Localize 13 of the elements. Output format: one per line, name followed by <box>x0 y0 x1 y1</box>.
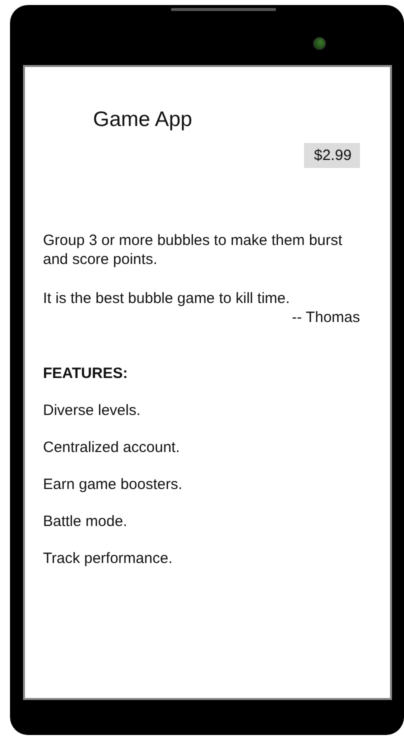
speaker-icon <box>171 8 276 11</box>
feature-item: Earn game boosters. <box>43 475 184 494</box>
features-heading: FEATURES: <box>43 364 129 383</box>
review-quote: It is the best bubble game to kill time. <box>43 289 291 308</box>
price-button[interactable]: $2.99 <box>304 143 360 168</box>
app-title: Game App <box>93 107 194 133</box>
app-description: Group 3 or more bubbles to make them burst and score points. <box>43 231 344 269</box>
feature-item: Battle mode. <box>43 512 128 531</box>
review-author: -- Thomas <box>290 308 360 327</box>
feature-item: Track performance. <box>43 549 174 568</box>
feature-item: Diverse levels. <box>43 401 142 420</box>
camera-icon <box>313 37 326 50</box>
feature-item: Centralized account. <box>43 438 181 457</box>
